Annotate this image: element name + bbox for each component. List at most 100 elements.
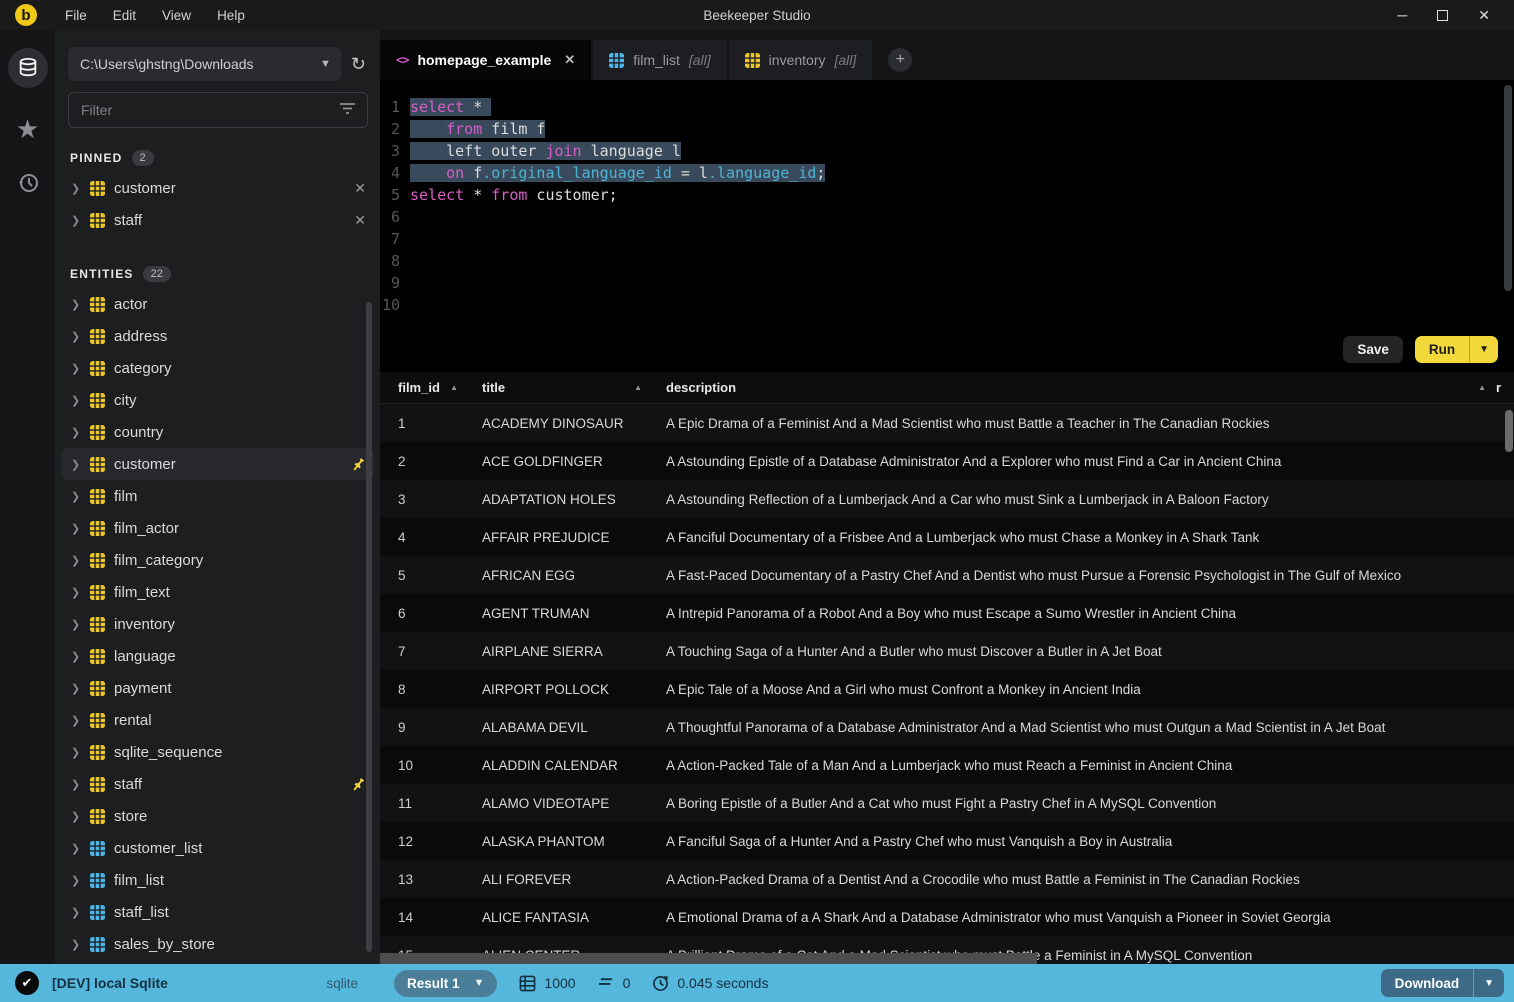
entity-item[interactable]: ❯ film_list bbox=[55, 864, 380, 896]
cell-description[interactable]: A Action-Packed Tale of a Man And a Lumb… bbox=[648, 758, 1514, 773]
minimize-icon[interactable]: ─ bbox=[1397, 8, 1407, 22]
filter-input[interactable] bbox=[81, 102, 340, 118]
cell-film-id[interactable]: 8 bbox=[380, 682, 464, 697]
database-icon[interactable] bbox=[7, 48, 48, 88]
code-line[interactable]: 1 select * bbox=[380, 98, 1514, 120]
download-dropdown-icon[interactable]: ▼ bbox=[1474, 978, 1504, 989]
table-horizontal-scrollbar[interactable] bbox=[380, 953, 1037, 964]
download-button[interactable]: Download ▼ bbox=[1380, 969, 1504, 997]
maximize-icon[interactable] bbox=[1437, 9, 1449, 21]
code-line[interactable]: 8 bbox=[380, 252, 1514, 274]
cell-description[interactable]: A Touching Saga of a Hunter And a Butler… bbox=[648, 644, 1514, 659]
code-line[interactable]: 2 from film f bbox=[380, 120, 1514, 142]
menu-file[interactable]: File bbox=[65, 8, 87, 23]
cell-description[interactable]: A Astounding Reflection of a Lumberjack … bbox=[648, 492, 1514, 507]
table-row[interactable]: 12 ALASKA PHANTOM A Fanciful Saga of a H… bbox=[380, 822, 1514, 860]
cell-title[interactable]: ALICE FANTASIA bbox=[464, 910, 648, 925]
column-header-description[interactable]: description ▲ bbox=[648, 380, 1492, 395]
cell-title[interactable]: AIRPORT POLLOCK bbox=[464, 682, 648, 697]
cell-description[interactable]: A Fanciful Saga of a Hunter And a Pastry… bbox=[648, 834, 1514, 849]
chevron-right-icon[interactable]: ❯ bbox=[71, 426, 81, 439]
table-row[interactable]: 13 ALI FOREVER A Action-Packed Drama of … bbox=[380, 860, 1514, 898]
code-line[interactable]: 9 bbox=[380, 274, 1514, 296]
cell-film-id[interactable]: 9 bbox=[380, 720, 464, 735]
tab-homepage-example[interactable]: <> homepage_example ✕ bbox=[380, 40, 592, 80]
table-row[interactable]: 7 AIRPLANE SIERRA A Touching Saga of a H… bbox=[380, 632, 1514, 670]
chevron-right-icon[interactable]: ❯ bbox=[71, 906, 81, 919]
cell-title[interactable]: ACE GOLDFINGER bbox=[464, 454, 648, 469]
cell-description[interactable]: A Emotional Drama of a A Shark And a Dat… bbox=[648, 910, 1514, 925]
chevron-right-icon[interactable]: ❯ bbox=[71, 778, 81, 791]
cell-film-id[interactable]: 10 bbox=[380, 758, 464, 773]
unpin-close-icon[interactable]: ✕ bbox=[354, 180, 366, 197]
cell-film-id[interactable]: 5 bbox=[380, 568, 464, 583]
cell-title[interactable]: ADAPTATION HOLES bbox=[464, 492, 648, 507]
entity-item[interactable]: ❯ sqlite_sequence bbox=[55, 736, 380, 768]
table-row[interactable]: 8 AIRPORT POLLOCK A Epic Tale of a Moose… bbox=[380, 670, 1514, 708]
entity-item[interactable]: ❯ city bbox=[55, 384, 380, 416]
cell-film-id[interactable]: 11 bbox=[380, 796, 464, 811]
sql-editor[interactable]: 1 select * 2 from film f 3 left outer jo… bbox=[380, 80, 1514, 372]
cell-film-id[interactable]: 3 bbox=[380, 492, 464, 507]
menu-view[interactable]: View bbox=[162, 8, 191, 23]
code-line[interactable]: 5 select * from customer; bbox=[380, 186, 1514, 208]
chevron-right-icon[interactable]: ❯ bbox=[71, 298, 81, 311]
column-header-title[interactable]: title ▲ bbox=[464, 380, 648, 395]
table-row[interactable]: 14 ALICE FANTASIA A Emotional Drama of a… bbox=[380, 898, 1514, 936]
table-row[interactable]: 6 AGENT TRUMAN A Intrepid Panorama of a … bbox=[380, 594, 1514, 632]
sort-asc-icon[interactable]: ▲ bbox=[450, 383, 458, 392]
chevron-right-icon[interactable]: ❯ bbox=[71, 618, 81, 631]
table-row[interactable]: 10 ALADDIN CALENDAR A Action-Packed Tale… bbox=[380, 746, 1514, 784]
entity-item[interactable]: ❯ actor bbox=[55, 288, 380, 320]
sort-asc-icon[interactable]: ▲ bbox=[1478, 383, 1486, 392]
entity-item[interactable]: ❯ customer_list bbox=[55, 832, 380, 864]
column-header-next[interactable]: r bbox=[1492, 380, 1514, 395]
entity-item[interactable]: ❯ staff_list bbox=[55, 896, 380, 928]
tab-inventory[interactable]: inventory [all] bbox=[728, 40, 873, 80]
cell-description[interactable]: A Fast-Paced Documentary of a Pastry Che… bbox=[648, 568, 1514, 583]
table-row[interactable]: 9 ALABAMA DEVIL A Thoughtful Panorama of… bbox=[380, 708, 1514, 746]
chevron-right-icon[interactable]: ❯ bbox=[71, 522, 81, 535]
chevron-right-icon[interactable]: ❯ bbox=[71, 394, 81, 407]
cell-title[interactable]: ALAMO VIDEOTAPE bbox=[464, 796, 648, 811]
cell-description[interactable]: A Boring Epistle of a Butler And a Cat w… bbox=[648, 796, 1514, 811]
chevron-right-icon[interactable]: ❯ bbox=[71, 214, 81, 227]
pinned-item[interactable]: ❯ customer ✕ bbox=[55, 172, 380, 204]
chevron-right-icon[interactable]: ❯ bbox=[71, 650, 81, 663]
entity-item[interactable]: ❯ staff bbox=[55, 768, 380, 800]
chevron-right-icon[interactable]: ❯ bbox=[71, 182, 81, 195]
cell-title[interactable]: AGENT TRUMAN bbox=[464, 606, 648, 621]
code-line[interactable]: 7 bbox=[380, 230, 1514, 252]
menu-edit[interactable]: Edit bbox=[113, 8, 136, 23]
pin-icon[interactable] bbox=[351, 457, 366, 472]
tab-close-icon[interactable]: ✕ bbox=[564, 52, 575, 68]
close-icon[interactable]: ✕ bbox=[1478, 8, 1490, 22]
cell-film-id[interactable]: 14 bbox=[380, 910, 464, 925]
entity-item[interactable]: ❯ film_text bbox=[55, 576, 380, 608]
cell-title[interactable]: ALASKA PHANTOM bbox=[464, 834, 648, 849]
filter-box[interactable] bbox=[68, 92, 368, 128]
cell-title[interactable]: ALI FOREVER bbox=[464, 872, 648, 887]
entity-item[interactable]: ❯ address bbox=[55, 320, 380, 352]
entity-item[interactable]: ❯ country bbox=[55, 416, 380, 448]
table-row[interactable]: 1 ACADEMY DINOSAUR A Epic Drama of a Fem… bbox=[380, 404, 1514, 442]
favorites-star-icon[interactable]: ★ bbox=[16, 114, 39, 145]
result-select-button[interactable]: Result 1 ▼ bbox=[394, 969, 498, 997]
entity-item[interactable]: ❯ rental bbox=[55, 704, 380, 736]
cell-description[interactable]: A Epic Tale of a Moose And a Girl who mu… bbox=[648, 682, 1514, 697]
entity-item[interactable]: ❯ category bbox=[55, 352, 380, 384]
chevron-right-icon[interactable]: ❯ bbox=[71, 682, 81, 695]
column-header-film-id[interactable]: film_id ▲ bbox=[380, 380, 464, 395]
pinned-item[interactable]: ❯ staff ✕ bbox=[55, 204, 380, 236]
entity-item[interactable]: ❯ payment bbox=[55, 672, 380, 704]
cell-title[interactable]: ACADEMY DINOSAUR bbox=[464, 416, 648, 431]
refresh-icon[interactable]: ↻ bbox=[349, 55, 368, 73]
cell-film-id[interactable]: 1 bbox=[380, 416, 464, 431]
chevron-right-icon[interactable]: ❯ bbox=[71, 362, 81, 375]
new-tab-button[interactable]: + bbox=[888, 48, 913, 72]
cell-description[interactable]: A Intrepid Panorama of a Robot And a Boy… bbox=[648, 606, 1514, 621]
connection-select[interactable]: C:\Users\ghstng\Downloads ▼ bbox=[68, 47, 341, 81]
code-line[interactable]: 6 bbox=[380, 208, 1514, 230]
cell-title[interactable]: AFRICAN EGG bbox=[464, 568, 648, 583]
cell-description[interactable]: A Epic Drama of a Feminist And a Mad Sci… bbox=[648, 416, 1514, 431]
